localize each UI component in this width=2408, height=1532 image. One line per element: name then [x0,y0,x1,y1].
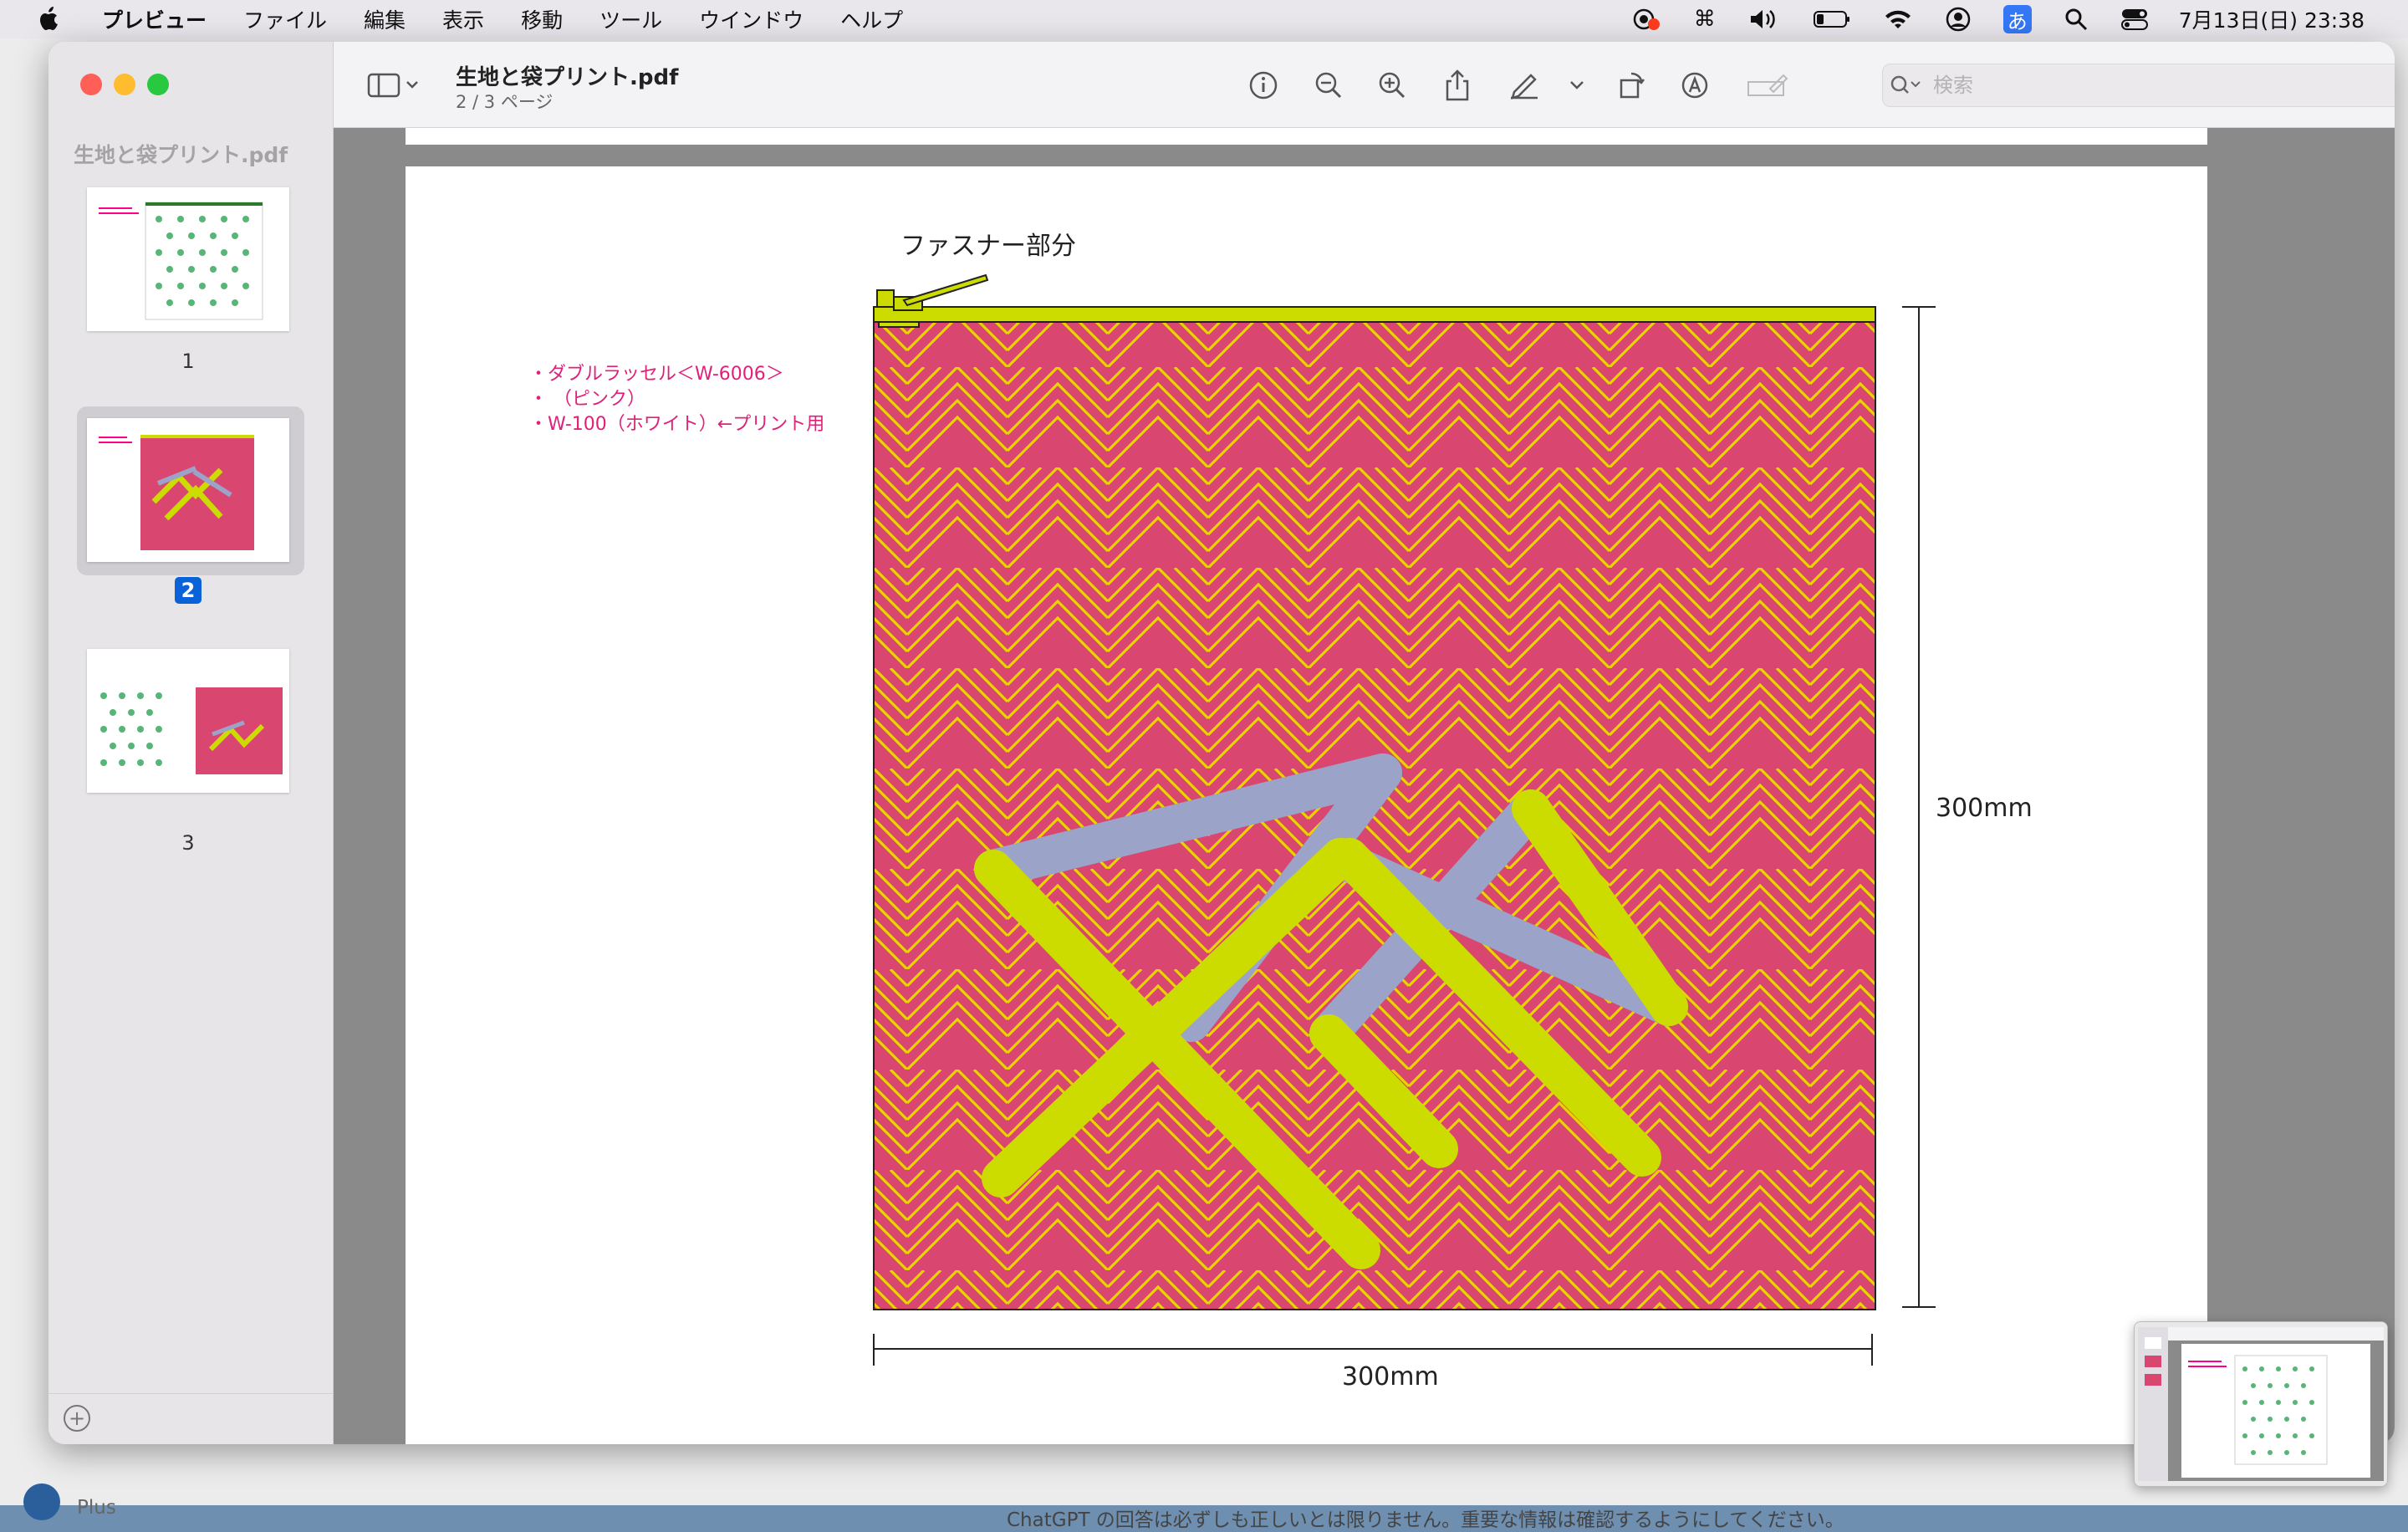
annotate-circle-icon[interactable] [1676,67,1713,104]
zipper-bar [873,306,1876,323]
markup-options-chevron-icon[interactable] [1564,67,1589,104]
apple-menu-icon[interactable] [30,0,69,38]
menu-bar: プレビュー ファイル 編集 表示 移動 ツール ウインドウ ヘルプ ⌘ あ 7月… [0,0,2408,38]
zoom-in-icon[interactable] [1374,67,1411,104]
command-icon[interactable]: ⌘ [1694,7,1716,32]
user-account-icon[interactable] [1945,6,1972,33]
sidebar-filename: 生地と袋プリント.pdf [74,143,288,167]
add-page-button[interactable]: + [64,1405,90,1432]
rotate-icon[interactable] [1613,67,1650,104]
page-number-1[interactable]: 1 [163,350,213,373]
markup-pen-icon[interactable] [1506,67,1543,104]
page-thumbnail-1[interactable] [87,187,289,331]
menu-window[interactable]: ウインドウ [699,4,804,34]
page-number-3[interactable]: 3 [163,831,213,855]
avatar[interactable] [23,1483,60,1520]
height-dimension-line [1902,306,1936,1308]
battery-icon[interactable] [1813,8,1851,30]
menu-edit[interactable]: 編集 [364,4,406,34]
info-icon[interactable] [1245,67,1282,104]
control-center-icon[interactable] [2120,7,2149,32]
input-method-icon[interactable]: あ [2002,5,2032,33]
menu-help[interactable]: ヘルプ [840,4,903,34]
search-icon [1890,75,1921,94]
menu-tools[interactable]: ツール [599,4,662,34]
spotlight-search-icon[interactable] [2064,7,2089,32]
page-thumbnail-2[interactable] [87,418,289,562]
screenshot-preview-thumbnail[interactable] [2134,1321,2388,1487]
thumbnail-sidebar: 生地と袋プリント.pdf 1 2 3 + [48,42,334,1444]
form-fill-icon[interactable] [1743,67,1793,104]
minimize-window-button[interactable] [114,74,135,95]
status-area: ⌘ あ 7月13日(日) 23:38 [1600,0,2408,38]
sidebar-toggle-icon[interactable] [365,67,424,104]
zoom-window-button[interactable] [147,74,169,95]
search-field[interactable] [1882,64,2395,107]
zoom-out-icon[interactable] [1310,67,1347,104]
menu-view[interactable]: 表示 [442,4,484,34]
plan-label: Plus [77,1497,116,1519]
menu-app-preview[interactable]: プレビュー [102,4,207,34]
screen-record-icon[interactable] [1632,7,1662,32]
height-label: 300mm [1936,794,2033,823]
page-number-2[interactable]: 2 [163,577,213,604]
width-label: 300mm [1342,1362,1439,1392]
close-window-button[interactable] [80,74,102,95]
volume-icon[interactable] [1747,7,1781,32]
sidebar-divider [48,1393,333,1394]
menu-clock[interactable]: 7月13日(日) 23:38 [2179,4,2365,34]
search-input[interactable] [1931,73,2395,98]
disclaimer-text: ChatGPT の回答は必ずしも正しいとは限りません。重要な情報は確認するように… [1007,1509,1844,1531]
menu-file[interactable]: ファイル [243,4,327,34]
wifi-icon[interactable] [1883,7,1913,32]
preview-window: 生地と袋プリント.pdf 1 2 3 + 生地と袋プリント.pdf 2 / 3 … [48,42,2395,1444]
previous-page-edge [406,128,2207,145]
page-thumbnail-3[interactable] [87,649,289,793]
page-indicator: 2 / 3 ページ [456,92,554,112]
width-dimension-line [873,1334,1873,1366]
document-canvas[interactable]: ファスナー部分 ・ダブルラッセル＜W-6006＞ ・ （ピンク） ・W-100（… [334,128,2395,1444]
document-title: 生地と袋プリント.pdf [456,65,679,90]
share-icon[interactable] [1439,67,1476,104]
pdf-page: ファスナー部分 ・ダブルラッセル＜W-6006＞ ・ （ピンク） ・W-100（… [406,166,2207,1444]
menu-go[interactable]: 移動 [521,4,563,34]
toolbar: 生地と袋プリント.pdf 2 / 3 ページ [334,42,2395,128]
